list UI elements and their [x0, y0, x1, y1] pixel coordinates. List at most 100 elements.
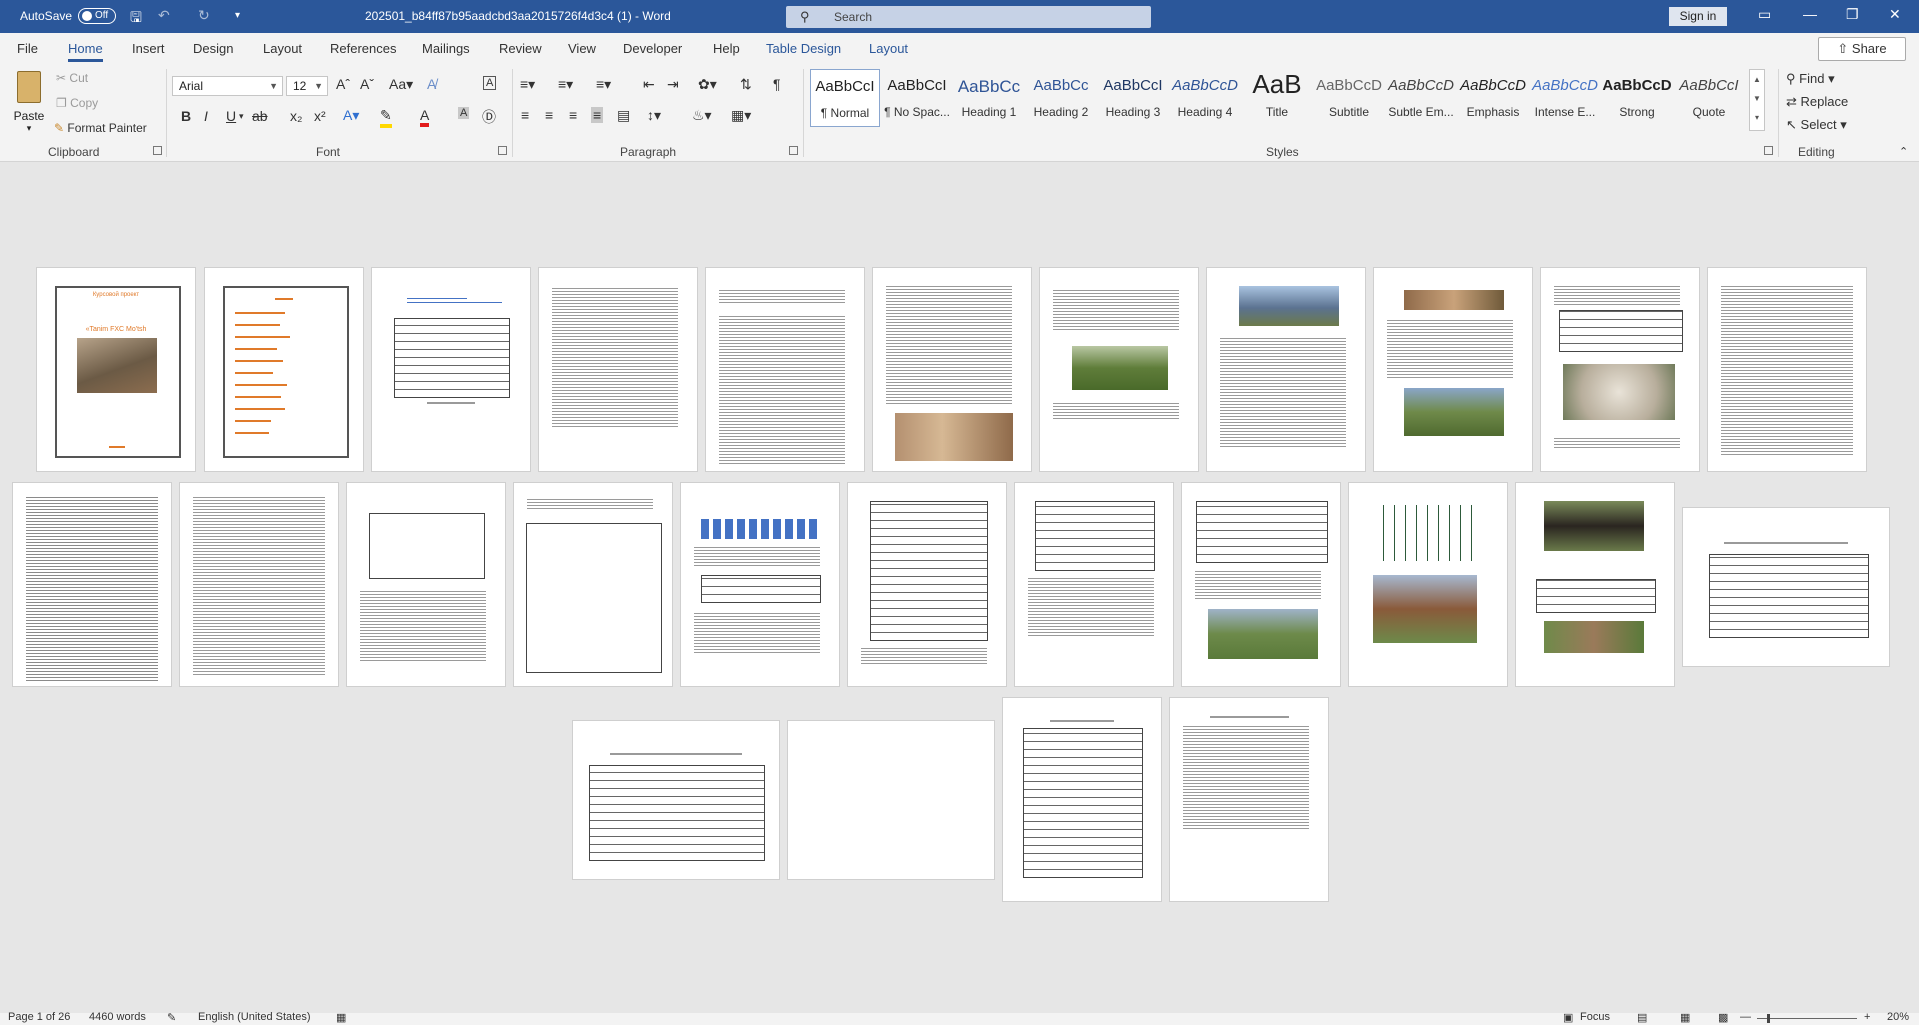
align-left-icon[interactable]: ≡: [521, 107, 529, 123]
italic-icon[interactable]: I: [204, 108, 208, 124]
close-icon[interactable]: ✕: [1889, 6, 1901, 23]
styles-launcher-icon[interactable]: [1764, 146, 1773, 155]
quick-access-dropdown-icon[interactable]: ▾: [235, 10, 240, 21]
page-thumbnail-20[interactable]: [1348, 482, 1508, 687]
decrease-indent-icon[interactable]: ⇤: [643, 76, 655, 93]
collapse-ribbon-icon[interactable]: ⌃: [1899, 145, 1908, 158]
autosave-toggle[interactable]: Off: [78, 8, 116, 24]
zoom-level[interactable]: 20%: [1887, 1011, 1909, 1023]
enclose-characters-icon[interactable]: Ⓓ: [482, 107, 496, 127]
style-intense-emphasis[interactable]: AaBbCcD Intense E...: [1530, 69, 1600, 127]
paste-button[interactable]: Paste ▾: [12, 71, 46, 133]
page-thumbnail-23[interactable]: [572, 720, 780, 880]
subscript-icon[interactable]: x₂: [290, 108, 302, 124]
highlight-icon[interactable]: ✎: [380, 107, 392, 128]
select-button[interactable]: ↖ Select ▾: [1786, 117, 1847, 133]
align-right-icon[interactable]: ≡: [569, 107, 577, 123]
style-heading-4[interactable]: AaBbCcD Heading 4: [1170, 69, 1240, 127]
sign-in-button[interactable]: Sign in: [1669, 7, 1727, 26]
bold-icon[interactable]: B: [181, 108, 191, 124]
tab-references[interactable]: References: [330, 41, 396, 56]
style-heading-3[interactable]: AaBbCcI Heading 3: [1098, 69, 1168, 127]
tab-layout[interactable]: Layout: [263, 41, 302, 56]
page-thumbnail-14[interactable]: [346, 482, 506, 687]
page-indicator[interactable]: Page 1 of 26: [8, 1011, 70, 1023]
style-no-spacing[interactable]: AaBbCcI ¶ No Spac...: [882, 69, 952, 127]
accessibility-icon[interactable]: ▦: [336, 1011, 346, 1024]
replace-button[interactable]: ⇄ Replace: [1786, 94, 1848, 110]
superscript-icon[interactable]: x²: [314, 108, 326, 124]
tab-view[interactable]: View: [568, 41, 596, 56]
zoom-slider[interactable]: [1757, 1018, 1857, 1019]
align-center-icon[interactable]: ≡: [545, 107, 553, 123]
page-thumbnail-6[interactable]: [872, 267, 1032, 472]
strikethrough-icon[interactable]: ab: [252, 108, 268, 124]
focus-icon[interactable]: ▣: [1563, 1011, 1573, 1024]
page-thumbnail-15[interactable]: [513, 482, 673, 687]
style-normal[interactable]: AaBbCcI ¶ Normal: [810, 69, 880, 127]
tab-table-design[interactable]: Table Design: [766, 41, 841, 56]
page-thumbnail-1[interactable]: Курсовой проект «Tanim FXC Mo'tsh: [36, 267, 196, 472]
style-heading-2[interactable]: AaBbCc Heading 2: [1026, 69, 1096, 127]
zoom-in-icon[interactable]: +: [1864, 1011, 1870, 1023]
clipboard-launcher-icon[interactable]: [153, 146, 162, 155]
zoom-slider-thumb[interactable]: [1767, 1014, 1770, 1023]
word-count[interactable]: 4460 words: [89, 1011, 146, 1023]
tab-mailings[interactable]: Mailings: [422, 41, 470, 56]
page-thumbnail-11[interactable]: [1707, 267, 1867, 472]
page-thumbnail-21[interactable]: [1515, 482, 1675, 687]
bullets-icon[interactable]: ≡▾: [520, 76, 535, 93]
search-box[interactable]: ⚲ Search: [786, 6, 1151, 28]
page-thumbnail-26[interactable]: [1169, 697, 1329, 902]
tab-insert[interactable]: Insert: [132, 41, 165, 56]
minimize-icon[interactable]: —: [1803, 6, 1817, 22]
style-heading-1[interactable]: AaBbCc Heading 1: [954, 69, 1024, 127]
page-thumbnail-8[interactable]: [1206, 267, 1366, 472]
text-box-icon[interactable]: A: [483, 76, 497, 90]
justify-icon[interactable]: ≡: [591, 107, 604, 123]
borders-icon[interactable]: ▦▾: [731, 107, 751, 124]
text-effects-icon[interactable]: A▾: [343, 107, 359, 124]
proofing-icon[interactable]: ✎: [167, 1011, 176, 1024]
distributed-icon[interactable]: ▤: [617, 107, 630, 124]
page-thumbnail-19[interactable]: [1181, 482, 1341, 687]
page-thumbnail-17[interactable]: [847, 482, 1007, 687]
style-emphasis[interactable]: AaBbCcD Emphasis: [1458, 69, 1528, 127]
style-quote[interactable]: AaBbCcI Quote: [1674, 69, 1744, 127]
grow-font-icon[interactable]: Aˆ: [336, 76, 350, 92]
page-thumbnail-2[interactable]: [204, 267, 364, 472]
clear-formatting-icon[interactable]: A̸: [427, 76, 436, 92]
cut-button[interactable]: ✂ Cut: [56, 71, 88, 85]
page-thumbnail-22[interactable]: [1682, 507, 1890, 667]
tab-home[interactable]: Home: [68, 41, 103, 62]
style-title[interactable]: AaB Title: [1242, 69, 1312, 127]
ribbon-display-options-icon[interactable]: ▭: [1758, 6, 1771, 23]
pilcrow-icon[interactable]: ¶: [773, 76, 781, 92]
style-strong[interactable]: AaBbCcD Strong: [1602, 69, 1672, 127]
page-thumbnail-24[interactable]: [787, 720, 995, 880]
web-layout-icon[interactable]: ▩: [1718, 1011, 1728, 1024]
copy-button[interactable]: ❐ Copy: [56, 96, 98, 110]
font-color-icon[interactable]: A: [420, 107, 430, 127]
redo-icon[interactable]: ↻: [198, 7, 210, 24]
multilevel-list-icon[interactable]: ≡▾: [596, 76, 611, 93]
find-button[interactable]: ⚲ Find ▾: [1786, 71, 1835, 87]
tab-table-layout[interactable]: Layout: [869, 41, 908, 56]
page-thumbnail-3[interactable]: [371, 267, 531, 472]
styles-scroll[interactable]: ▲ ▼ ▾: [1749, 69, 1765, 131]
paragraph-launcher-icon[interactable]: [789, 146, 798, 155]
page-thumbnail-9[interactable]: [1373, 267, 1533, 472]
page-thumbnail-12[interactable]: [12, 482, 172, 687]
share-button[interactable]: ⇧ Share: [1818, 37, 1906, 61]
page-thumbnail-16[interactable]: [680, 482, 840, 687]
page-thumbnail-13[interactable]: [179, 482, 339, 687]
page-thumbnail-18[interactable]: [1014, 482, 1174, 687]
numbering-icon[interactable]: ≡▾: [558, 76, 573, 93]
font-name-combo[interactable]: Arial ▼: [172, 76, 283, 96]
shrink-font-icon[interactable]: Aˇ: [360, 76, 374, 92]
restore-icon[interactable]: ❐: [1846, 6, 1859, 23]
undo-icon[interactable]: ↶: [158, 7, 170, 24]
page-thumbnail-7[interactable]: [1039, 267, 1199, 472]
underline-dropdown-icon[interactable]: ▾: [239, 111, 244, 122]
line-spacing-icon[interactable]: ↕▾: [647, 107, 661, 124]
